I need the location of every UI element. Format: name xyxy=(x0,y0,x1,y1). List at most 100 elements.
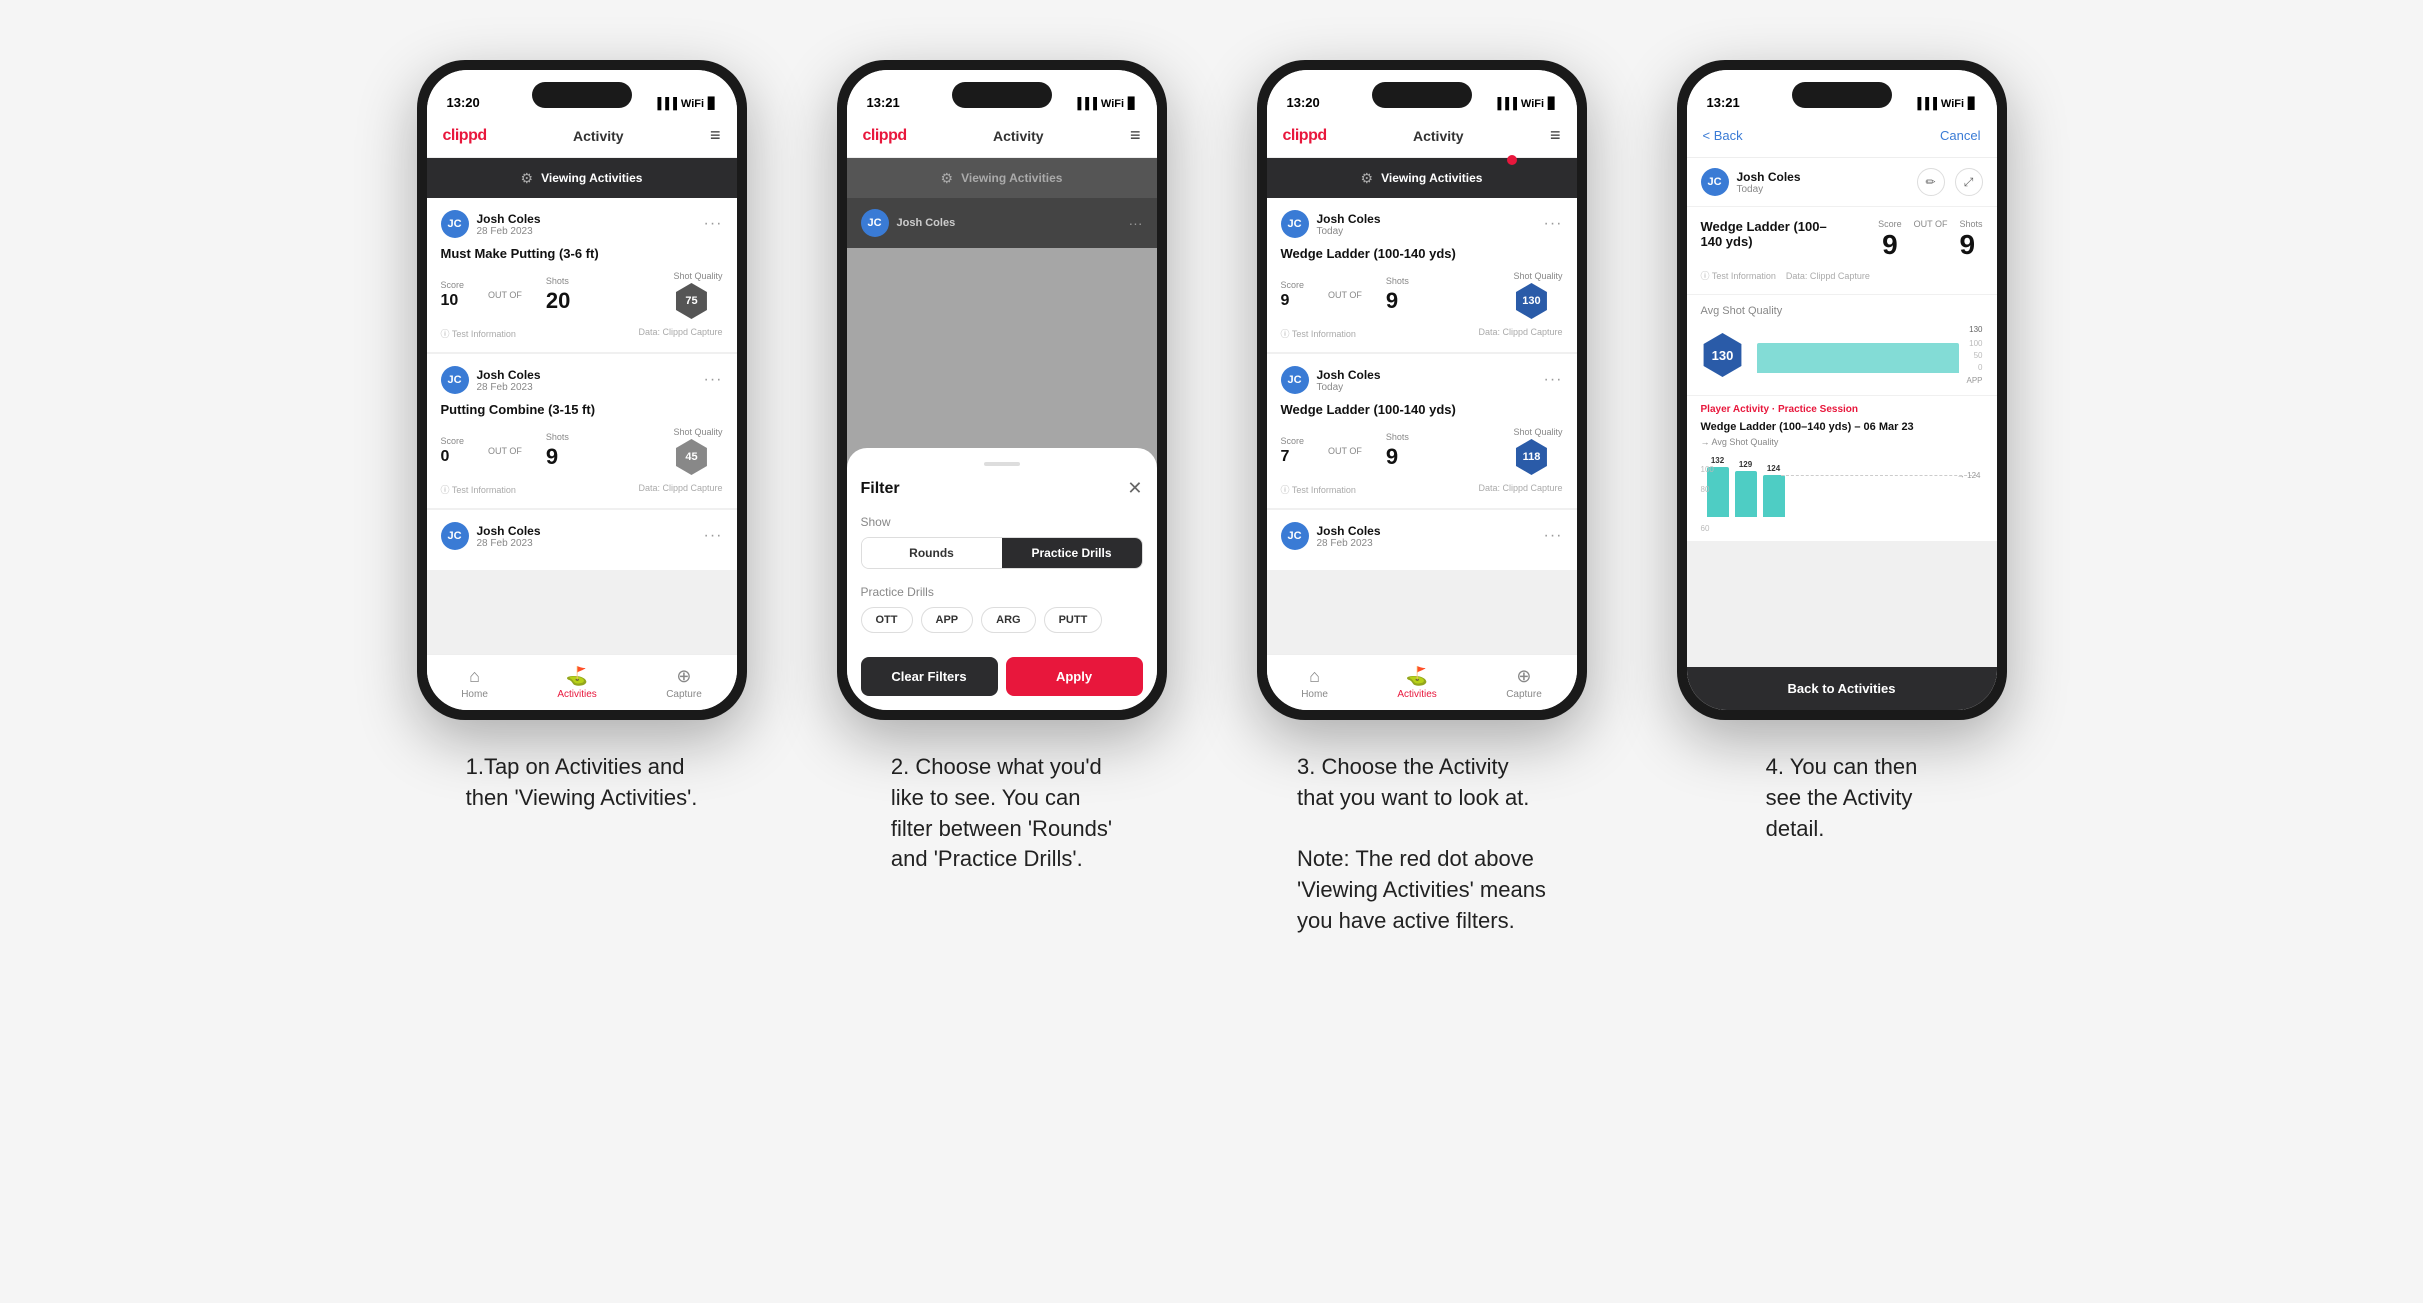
more-options-3-3[interactable]: ··· xyxy=(1544,527,1563,545)
wifi-icon-2: WiFi xyxy=(1101,98,1124,110)
nav-capture-1[interactable]: ⊕ Capture xyxy=(666,666,702,700)
nav-activities-3[interactable]: ⛳ Activities xyxy=(1397,666,1436,700)
nav-home-label-1: Home xyxy=(461,689,488,700)
avatar-3-2: JC xyxy=(1281,366,1309,394)
phone-2-time: 13:21 xyxy=(867,95,900,110)
user-info-1-3: Josh Coles 28 Feb 2023 xyxy=(477,524,541,549)
menu-icon-2[interactable]: ≡ xyxy=(1130,125,1141,146)
shots-stat-1-2: Shots 9 xyxy=(546,432,569,470)
rounds-toggle-button[interactable]: Rounds xyxy=(862,538,1002,568)
cancel-button-4[interactable]: Cancel xyxy=(1940,128,1980,143)
close-filter-button[interactable]: ✕ xyxy=(1127,478,1142,499)
description-1: 1.Tap on Activities and then 'Viewing Ac… xyxy=(466,752,698,814)
avatar-3-1: JC xyxy=(1281,210,1309,238)
edit-icon-4[interactable]: ✏ xyxy=(1917,168,1945,196)
card-1-3-header: JC Josh Coles 28 Feb 2023 ··· xyxy=(441,522,723,550)
shots-stat-1-1: Shots 20 xyxy=(546,276,570,314)
nav-capture-3[interactable]: ⊕ Capture xyxy=(1506,666,1542,700)
nav-home-3[interactable]: ⌂ Home xyxy=(1301,666,1328,700)
detail-card-header-4: Wedge Ladder (100–140 yds) Score 9 OUT O… xyxy=(1701,219,1983,261)
user-info-4: Josh Coles Today xyxy=(1737,170,1801,195)
activity-card-3-2[interactable]: JC Josh Coles Today ··· Wedge Ladder (10… xyxy=(1267,354,1577,508)
description-3: 3. Choose the Activity that you want to … xyxy=(1297,752,1546,937)
wifi-icon-4: WiFi xyxy=(1941,98,1964,110)
user-date-1-1: 28 Feb 2023 xyxy=(477,226,541,237)
activity-card-1-2[interactable]: JC Josh Coles 28 Feb 2023 ··· Putting Co… xyxy=(427,354,737,508)
more-options-1-3[interactable]: ··· xyxy=(704,527,723,545)
capture-icon-1: ⊕ xyxy=(676,666,691,687)
phone-1-status-icons: ▐▐▐ WiFi ▊ xyxy=(654,97,717,110)
viewing-banner-1[interactable]: ⚙ Viewing Activities xyxy=(427,158,737,198)
signal-icon: ▐▐▐ xyxy=(654,98,677,110)
card-title-3-1: Wedge Ladder (100-140 yds) xyxy=(1281,246,1563,261)
nav-capture-label-1: Capture xyxy=(666,689,702,700)
score-stat-1-2: Score 0 xyxy=(441,436,465,466)
pill-app[interactable]: APP xyxy=(921,607,974,633)
nav-activities-label-1: Activities xyxy=(557,689,596,700)
phone-1-bottom-nav: ⌂ Home ⛳ Activities ⊕ Capture xyxy=(427,654,737,710)
user-name-1-3: Josh Coles xyxy=(477,524,541,538)
pill-arg[interactable]: ARG xyxy=(981,607,1035,633)
phone-1-app-header: clippd Activity ≡ xyxy=(427,114,737,158)
back-to-activities-button-4[interactable]: Back to Activities xyxy=(1687,667,1997,710)
nav-home-1[interactable]: ⌂ Home xyxy=(461,666,488,700)
card-title-1-1: Must Make Putting (3-6 ft) xyxy=(441,246,723,261)
nav-activities-1[interactable]: ⛳ Activities xyxy=(557,666,596,700)
phone-3-time: 13:20 xyxy=(1287,95,1320,110)
card-3-1-header: JC Josh Coles Today ··· xyxy=(1281,210,1563,238)
shots-stat-3-2: Shots 9 xyxy=(1386,432,1409,470)
card-stats-3-1: Score 9 OUT OF Shots 9 Shot Quality 130 xyxy=(1281,271,1563,319)
user-name-4: Josh Coles xyxy=(1737,170,1801,184)
card-3-3-header: JC Josh Coles 28 Feb 2023 ··· xyxy=(1281,522,1563,550)
card-3-2-header: JC Josh Coles Today ··· xyxy=(1281,366,1563,394)
user-date-1-3: 28 Feb 2023 xyxy=(477,538,541,549)
user-date-3-2: Today xyxy=(1317,382,1381,393)
more-options-1-1[interactable]: ··· xyxy=(704,215,723,233)
menu-icon-3[interactable]: ≡ xyxy=(1550,125,1561,146)
activity-card-3-1[interactable]: JC Josh Coles Today ··· Wedge Ladder (10… xyxy=(1267,198,1577,352)
expand-icon-4[interactable]: ⤢ xyxy=(1955,168,1983,196)
avatar-3-3: JC xyxy=(1281,522,1309,550)
viewing-activities-label-3: Viewing Activities xyxy=(1381,171,1482,185)
phone-3-inner: 13:20 ▐▐▐ WiFi ▊ clippd Activity ≡ ⚙ Vie… xyxy=(1267,70,1577,710)
clear-filters-button[interactable]: Clear Filters xyxy=(861,657,998,696)
phone-2-app-header: clippd Activity ≡ xyxy=(847,114,1157,158)
score-col-4: Score 9 xyxy=(1878,219,1902,261)
more-options-3-1[interactable]: ··· xyxy=(1544,215,1563,233)
app-title-1: Activity xyxy=(573,128,624,144)
quality-hexagon-1-2: 45 xyxy=(673,439,709,475)
phone-2-column: 13:21 ▐▐▐ WiFi ▊ clippd Activity ≡ ⚙ Vie… xyxy=(822,60,1182,875)
card-1-2-header: JC Josh Coles 28 Feb 2023 ··· xyxy=(441,366,723,394)
card-3-3-user: JC Josh Coles 28 Feb 2023 xyxy=(1281,522,1381,550)
avg-row-4: 130 130 100 50 0 APP xyxy=(1701,325,1983,385)
practice-drills-toggle-button[interactable]: Practice Drills xyxy=(1002,538,1142,568)
detail-title-4: Wedge Ladder (100–140 yds) xyxy=(1701,219,1841,249)
pill-putt[interactable]: PUTT xyxy=(1044,607,1103,633)
avg-title-4: Avg Shot Quality xyxy=(1701,305,1983,317)
back-button-4[interactable]: < Back xyxy=(1703,128,1743,143)
phone-2: 13:21 ▐▐▐ WiFi ▊ clippd Activity ≡ ⚙ Vie… xyxy=(837,60,1167,720)
practice-title-4: Wedge Ladder (100–140 yds) – 06 Mar 23 xyxy=(1701,421,1983,433)
activity-card-1-1[interactable]: JC Josh Coles 28 Feb 2023 ··· Must Make … xyxy=(427,198,737,352)
menu-icon-1[interactable]: ≡ xyxy=(710,125,721,146)
user-name-3-2: Josh Coles xyxy=(1317,368,1381,382)
signal-icon-2: ▐▐▐ xyxy=(1074,98,1097,110)
avg-bar-4 xyxy=(1757,343,1959,373)
pill-ott[interactable]: OTT xyxy=(861,607,913,633)
test-info-4: ⓘ Test Information Data: Clippd Capture xyxy=(1701,269,1983,282)
score-stat-3-2: Score 7 xyxy=(1281,436,1305,466)
viewing-banner-3[interactable]: ⚙ Viewing Activities xyxy=(1267,158,1577,198)
more-options-1-2[interactable]: ··· xyxy=(704,371,723,389)
user-date-4: Today xyxy=(1737,184,1801,195)
red-dot-3 xyxy=(1507,155,1517,165)
battery-icon: ▊ xyxy=(708,97,716,110)
apply-button[interactable]: Apply xyxy=(1006,657,1143,696)
activity-card-3-3[interactable]: JC Josh Coles 28 Feb 2023 ··· xyxy=(1267,510,1577,570)
phone-3-app-header: clippd Activity ≡ xyxy=(1267,114,1577,158)
avatar-1-1: JC xyxy=(441,210,469,238)
activity-card-1-3[interactable]: JC Josh Coles 28 Feb 2023 ··· xyxy=(427,510,737,570)
card-footer-1-2: ⓘ Test Information Data: Clippd Capture xyxy=(441,483,723,496)
avg-hexagon-4: 130 xyxy=(1701,333,1745,377)
more-options-3-2[interactable]: ··· xyxy=(1544,371,1563,389)
phone-4-notch xyxy=(1792,82,1892,108)
